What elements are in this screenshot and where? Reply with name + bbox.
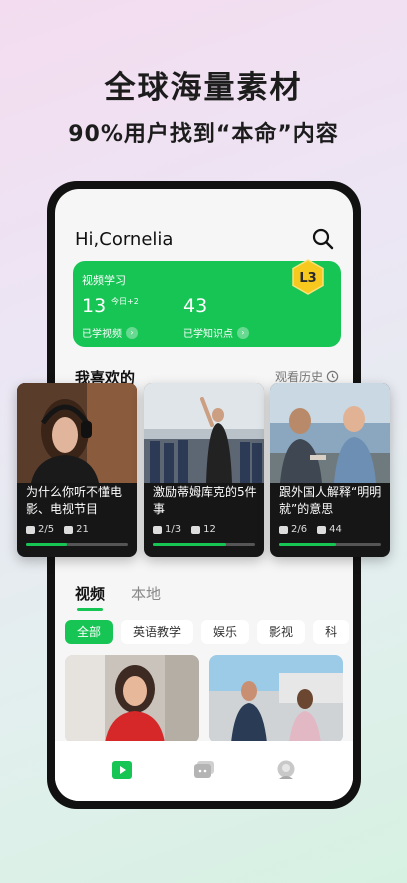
clock-icon bbox=[326, 370, 339, 383]
words-stat: 21 bbox=[64, 524, 89, 535]
words-count: 44 bbox=[329, 524, 342, 535]
progress-bar bbox=[26, 543, 128, 546]
words-count: 21 bbox=[76, 524, 89, 535]
promo-headline: 全球海量素材 bbox=[104, 70, 303, 106]
content-tabs: 视频 本地 bbox=[75, 583, 161, 611]
videos-today: 今日+2 bbox=[111, 297, 139, 306]
book-icon bbox=[153, 525, 162, 534]
progress-count: 2/6 bbox=[291, 524, 308, 535]
favorite-card-thumbnail bbox=[144, 383, 264, 483]
level-badge-icon: L3 bbox=[292, 259, 324, 295]
progress-stat: 2/6 bbox=[279, 524, 307, 535]
level-label: L3 bbox=[299, 271, 316, 286]
video-thumbnail[interactable] bbox=[65, 655, 199, 743]
favorite-card-thumbnail bbox=[270, 383, 390, 483]
progress-stat: 1/3 bbox=[153, 524, 181, 535]
book-icon bbox=[26, 525, 35, 534]
greeting: Hi,Cornelia bbox=[75, 229, 174, 250]
study-card[interactable]: 视频学习 13 今日+2 已学视频 › 43 已学知识点 › L3 bbox=[73, 259, 341, 347]
words-count: 12 bbox=[203, 524, 216, 535]
words-stat: 44 bbox=[317, 524, 342, 535]
progress-fill bbox=[26, 543, 67, 546]
favorite-card[interactable]: 激励蒂姆库克的5件事 1/3 12 bbox=[144, 383, 264, 557]
progress-count: 2/5 bbox=[38, 524, 55, 535]
progress-fill bbox=[279, 543, 337, 546]
chevron-right-icon: › bbox=[126, 326, 138, 339]
chip-science[interactable]: 科 bbox=[313, 620, 350, 644]
study-title: 视频学习 bbox=[82, 274, 126, 287]
progress-count: 1/3 bbox=[165, 524, 182, 535]
progress-bar bbox=[153, 543, 255, 546]
play-nav-icon[interactable] bbox=[111, 759, 133, 781]
videos-learned[interactable]: 已学视频 › bbox=[82, 325, 138, 340]
words-stat: 12 bbox=[191, 524, 216, 535]
bookmark-icon bbox=[317, 525, 327, 534]
chip-entertainment[interactable]: 娱乐 bbox=[201, 620, 250, 644]
points-learned[interactable]: 已学知识点 › bbox=[183, 325, 249, 340]
bottom-nav bbox=[55, 741, 353, 801]
favorite-card-stats: 2/5 21 bbox=[26, 524, 132, 535]
chip-all[interactable]: 全部 bbox=[65, 620, 114, 644]
favorite-card-caption: 跟外国人解释“明明就”的意思 bbox=[279, 485, 382, 516]
promo-subhead: 90%用户找到“本命”内容 bbox=[68, 122, 339, 147]
progress-bar bbox=[279, 543, 381, 546]
favorite-card-stats: 2/6 44 bbox=[279, 524, 385, 535]
progress-stat: 2/5 bbox=[26, 524, 54, 535]
favorite-card-thumbnail bbox=[17, 383, 137, 483]
points-learned-label: 已学知识点 bbox=[183, 329, 233, 340]
chevron-right-icon: › bbox=[237, 326, 249, 339]
videos-learned-label: 已学视频 bbox=[82, 329, 122, 340]
book-icon bbox=[279, 525, 288, 534]
bookmark-icon bbox=[64, 525, 74, 534]
favorite-card-stats: 1/3 12 bbox=[153, 524, 259, 535]
favorite-card-caption: 激励蒂姆库克的5件事 bbox=[153, 485, 257, 516]
chip-film[interactable]: 影视 bbox=[257, 620, 306, 644]
favorite-card[interactable]: 为什么你听不懂电影、电视节目 2/5 21 bbox=[17, 383, 137, 557]
profile-nav-icon[interactable] bbox=[275, 759, 297, 781]
favorite-card-caption: 为什么你听不懂电影、电视节目 bbox=[26, 485, 123, 516]
search-icon[interactable] bbox=[311, 227, 335, 251]
tab-local[interactable]: 本地 bbox=[131, 583, 161, 604]
videos-count: 13 bbox=[82, 295, 107, 317]
chat-nav-icon[interactable] bbox=[193, 759, 215, 781]
video-thumbnail[interactable] bbox=[209, 655, 343, 743]
points-count: 43 bbox=[183, 295, 208, 317]
chip-english[interactable]: 英语教学 bbox=[121, 620, 194, 644]
favorite-card[interactable]: 跟外国人解释“明明就”的意思 2/6 44 bbox=[270, 383, 390, 557]
tab-video[interactable]: 视频 bbox=[75, 583, 105, 611]
progress-fill bbox=[153, 543, 227, 546]
category-chips: 全部 英语教学 娱乐 影视 科 bbox=[65, 620, 350, 644]
bookmark-icon bbox=[191, 525, 201, 534]
